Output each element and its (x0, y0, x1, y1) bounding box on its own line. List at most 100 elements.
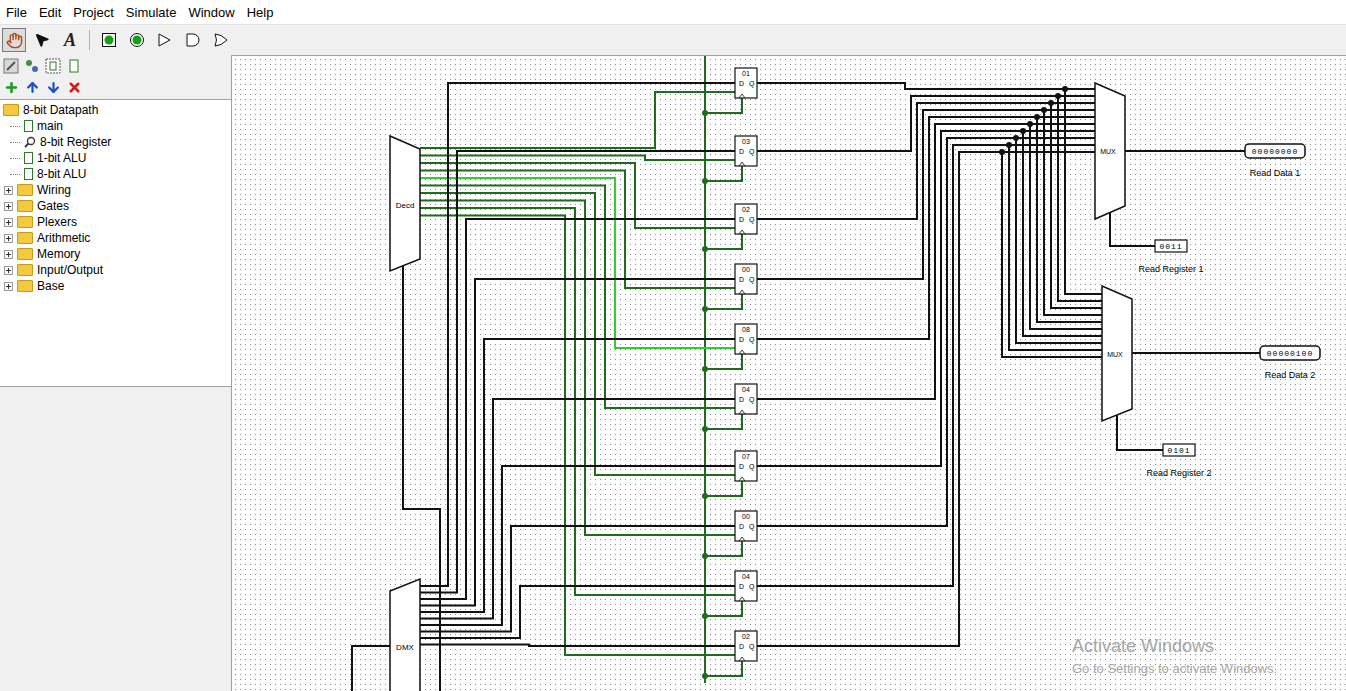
register-output-bus (757, 128, 1102, 466)
tool-button[interactable] (209, 28, 233, 52)
clock-wire (702, 354, 742, 372)
wrench-icon (3, 58, 19, 74)
move-up-button[interactable] (23, 78, 41, 96)
expand-icon[interactable] (4, 202, 13, 211)
tool-button[interactable] (125, 28, 149, 52)
circuit-row[interactable]: main (0, 118, 231, 134)
menu-item[interactable]: Project (72, 5, 114, 20)
demux[interactable]: DMX (390, 579, 420, 691)
library-row[interactable]: Plexers (0, 214, 231, 230)
add-circuit-button[interactable] (2, 78, 20, 96)
menu-item[interactable]: Window (187, 5, 235, 20)
svg-text:0101: 0101 (1167, 446, 1190, 455)
tool-button[interactable] (2, 28, 26, 52)
logisim-window: File Edit Project Simulate Window Help A 8-bit … (0, 0, 1346, 691)
register[interactable]: 08DQ (735, 324, 757, 354)
svg-text:MUX: MUX (1100, 148, 1116, 155)
menu-item[interactable]: Help (246, 5, 275, 20)
svg-text:DMX: DMX (396, 643, 414, 652)
multiplexer[interactable]: MUX 00000000Read Data 1 0011 Read Register … (1095, 83, 1305, 274)
register[interactable]: 00DQ (735, 264, 757, 294)
svg-text:Q: Q (749, 396, 755, 404)
output-probe[interactable]: 00000000Read Data 1 (1245, 144, 1305, 178)
canvas[interactable]: DecdDMX01DQ03DQ02DQ00DQ08DQ04DQ07DQ00DQ0… (232, 55, 1346, 691)
expand-icon[interactable] (4, 250, 13, 259)
svg-text:Q: Q (749, 216, 755, 224)
enable-wire (420, 92, 735, 148)
menu-item[interactable]: Simulate (125, 5, 178, 20)
register[interactable]: 02DQ (735, 631, 757, 661)
remove-circuit-button[interactable] (65, 78, 83, 96)
register[interactable]: 00DQ (735, 511, 757, 541)
data-bus (420, 466, 735, 625)
tool-button[interactable] (181, 28, 205, 52)
enable-wire (420, 201, 735, 536)
register[interactable]: 04DQ (735, 384, 757, 414)
expand-icon[interactable] (4, 234, 13, 243)
register[interactable]: 03DQ (735, 136, 757, 166)
appearance-view-button[interactable] (65, 57, 83, 75)
circuit-row[interactable]: 1-bit ALU (0, 150, 231, 166)
svg-text:Read Data 2: Read Data 2 (1265, 370, 1316, 380)
circuit-row[interactable]: 8-bit Register (0, 134, 231, 150)
menu-bar: File Edit Project Simulate Window Help (0, 0, 1346, 25)
circuit-icon (24, 152, 33, 164)
toolbar-separator (89, 30, 90, 50)
clock-wire (702, 661, 742, 679)
tool-button[interactable] (153, 28, 177, 52)
x-icon (67, 80, 82, 95)
svg-text:Read Register 1: Read Register 1 (1138, 264, 1203, 274)
and-gate-icon (185, 32, 201, 48)
tool-button[interactable]: A (58, 28, 82, 52)
multiplexer[interactable]: MUX 00000100Read Data 2 0101Read Register … (1102, 286, 1320, 478)
library-row[interactable]: Wiring (0, 182, 231, 198)
folder-icon (17, 200, 33, 212)
move-down-button[interactable] (44, 78, 62, 96)
library-row[interactable]: Gates (0, 198, 231, 214)
expand-icon[interactable] (4, 266, 13, 275)
library-row[interactable]: Memory (0, 246, 231, 262)
side-panel: 8-bit Datapathmain8-bit Register1-bit AL… (0, 55, 232, 691)
register[interactable]: 07DQ (735, 451, 757, 481)
expand-icon[interactable] (4, 282, 13, 291)
tool-button[interactable] (97, 28, 121, 52)
project-row[interactable]: 8-bit Datapath (0, 102, 231, 118)
select-wire (352, 646, 390, 691)
layout-view-button[interactable] (44, 57, 62, 75)
simulation-view-button[interactable] (23, 57, 41, 75)
clock-wire (702, 166, 742, 184)
svg-text:0011: 0011 (1159, 242, 1182, 251)
decoder[interactable]: Decd (390, 136, 420, 271)
svg-text:03: 03 (742, 138, 750, 145)
expand-icon[interactable] (4, 186, 13, 195)
expand-icon[interactable] (4, 218, 13, 227)
circuit-row[interactable]: 8-bit ALU (0, 166, 231, 182)
register[interactable]: 02DQ (735, 204, 757, 234)
output-probe[interactable]: 00000100Read Data 2 (1260, 346, 1320, 380)
select-probe[interactable]: 0011 Read Register 1 (1138, 240, 1203, 274)
tool-button[interactable] (30, 28, 54, 52)
tree-connector (10, 174, 20, 175)
toolbox-view-button[interactable] (2, 57, 20, 75)
clock-wire (702, 601, 742, 619)
plus-icon (4, 80, 19, 95)
circuit-icon (24, 120, 33, 132)
arrow-up-icon (25, 80, 40, 95)
register[interactable]: 01DQ (735, 68, 757, 98)
menu-item[interactable]: File (5, 5, 28, 20)
register[interactable]: 04DQ (735, 571, 757, 601)
hand-icon (6, 32, 23, 49)
library-row[interactable]: Base (0, 278, 231, 294)
svg-text:MUX: MUX (1107, 351, 1123, 358)
circuit-diagram[interactable]: DecdDMX01DQ03DQ02DQ00DQ08DQ04DQ07DQ00DQ0… (232, 56, 1346, 691)
data-bus (420, 586, 735, 638)
select-probe[interactable]: 0101Read Register 2 (1146, 444, 1211, 478)
menu-item[interactable]: Edit (38, 5, 62, 20)
tree-icon (24, 58, 40, 74)
attribute-panel (0, 387, 231, 691)
tree-connector (10, 142, 20, 143)
library-row[interactable]: Input/Output (0, 262, 231, 278)
svg-text:D: D (739, 276, 744, 283)
svg-text:Q: Q (749, 276, 755, 284)
library-row[interactable]: Arithmetic (0, 230, 231, 246)
